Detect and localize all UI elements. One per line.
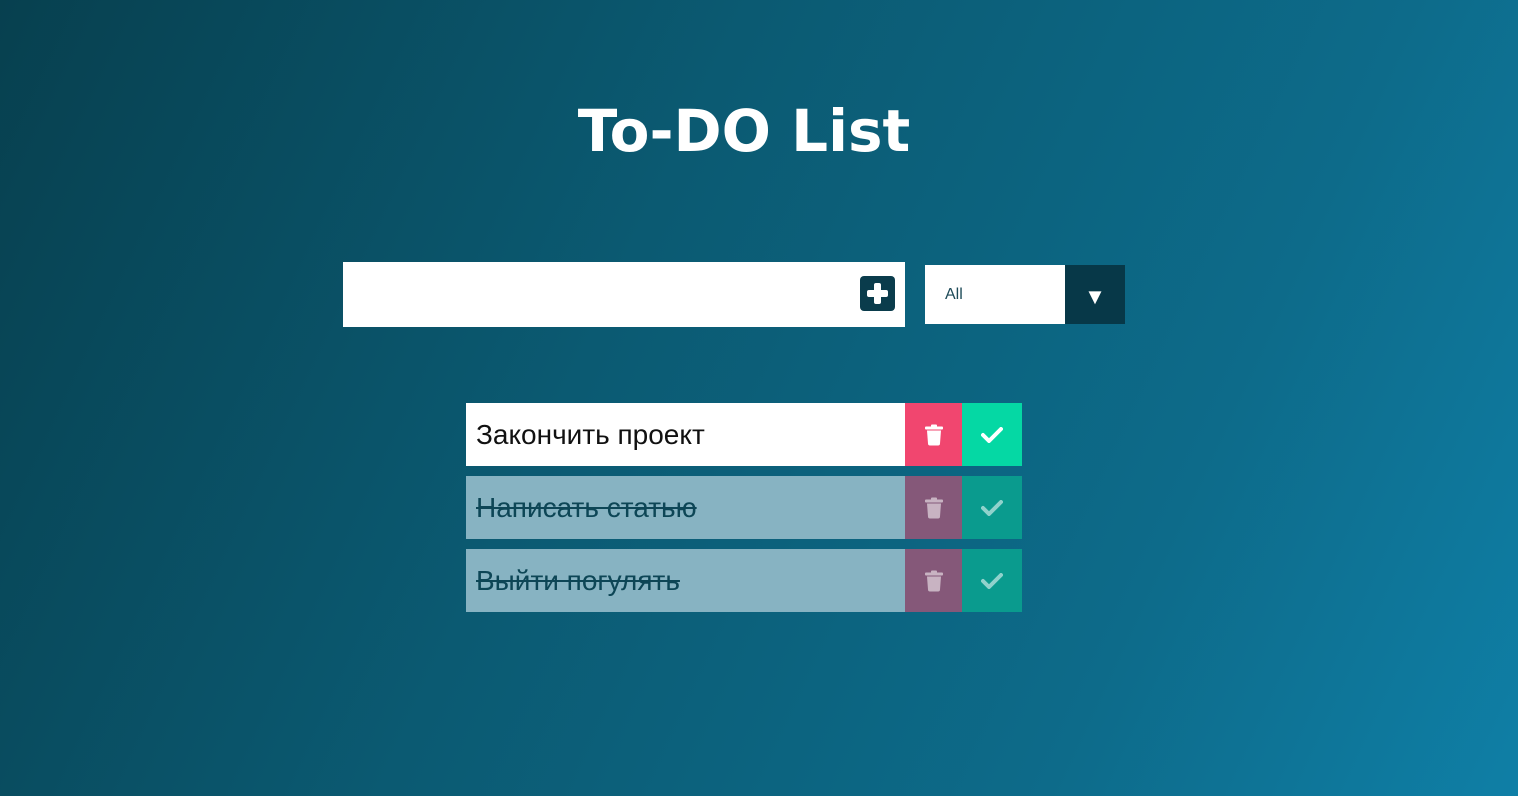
delete-button[interactable] bbox=[905, 403, 962, 466]
todo-item-completed: Выйти погулять bbox=[466, 549, 1022, 612]
check-icon bbox=[981, 426, 1003, 443]
todo-item-completed: Написать статью bbox=[466, 476, 1022, 539]
trash-icon bbox=[924, 497, 943, 518]
filter-select[interactable]: All ▼ bbox=[925, 265, 1125, 324]
check-icon bbox=[981, 572, 1003, 589]
todo-input-container bbox=[343, 262, 905, 327]
page-title: To-DO List bbox=[577, 96, 911, 165]
todo-input[interactable] bbox=[343, 262, 843, 327]
delete-button[interactable] bbox=[905, 549, 962, 612]
todo-text: Написать статью bbox=[466, 476, 905, 539]
trash-icon bbox=[924, 570, 943, 591]
complete-button[interactable] bbox=[962, 403, 1022, 466]
todo-text: Выйти погулять bbox=[466, 549, 905, 612]
delete-button[interactable] bbox=[905, 476, 962, 539]
filter-dropdown-button[interactable]: ▼ bbox=[1065, 265, 1125, 324]
todo-text: Закончить проект bbox=[466, 403, 905, 466]
add-todo-button[interactable] bbox=[860, 276, 895, 311]
caret-down-icon: ▼ bbox=[1084, 284, 1106, 309]
complete-button[interactable] bbox=[962, 476, 1022, 539]
trash-icon bbox=[924, 424, 943, 445]
todo-item: Закончить проект bbox=[466, 403, 1022, 466]
todo-list: Закончить проект Написать статью Выйти п… bbox=[466, 403, 1022, 622]
filter-selected-value: All bbox=[945, 286, 963, 303]
check-icon bbox=[981, 499, 1003, 516]
complete-button[interactable] bbox=[962, 549, 1022, 612]
